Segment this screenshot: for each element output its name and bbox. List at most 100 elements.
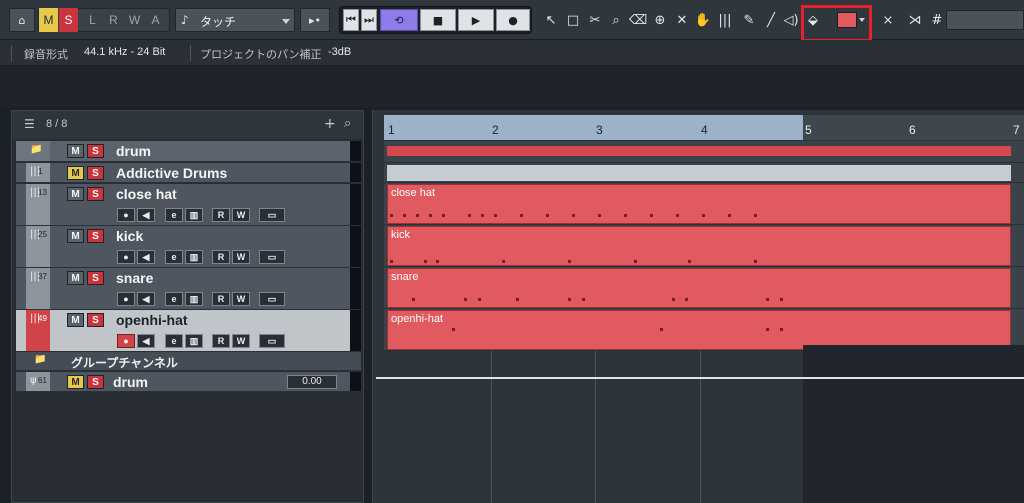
write-automation-button[interactable]: W [232,292,250,306]
track-openhi-hat[interactable]: ||| 49 M S openhi-hat ● ◀ e ▥ R W ▭ [16,310,361,352]
instrument-button[interactable]: ▥ [185,250,203,264]
monitor-button[interactable]: ◀ [137,208,155,222]
track-name[interactable]: グループチャンネル [71,354,178,371]
read-automation-button[interactable]: R [212,334,230,348]
solo-button[interactable]: S [87,271,104,285]
range-tool[interactable]: □ [564,10,582,30]
snare-part[interactable]: snare [387,268,1011,308]
write-button[interactable]: W [125,8,144,32]
global-solo-button[interactable]: S [59,8,78,32]
solo-button[interactable]: S [87,144,104,158]
zoom-tool[interactable]: ⊕ [651,10,669,30]
mute-button[interactable]: M [67,375,84,389]
comp-tool[interactable]: ||| [716,10,734,30]
write-automation-button[interactable]: W [232,250,250,264]
split-tool[interactable]: ✂ [586,10,604,30]
mute-button[interactable]: M [67,271,84,285]
solo-button[interactable]: S [87,375,104,389]
solo-button[interactable]: S [87,313,104,327]
mute-button[interactable]: M [67,144,84,158]
edit-channel-button[interactable]: e [165,208,183,222]
track-name[interactable]: snare [116,270,153,286]
time-warp-tool[interactable]: ✋ [694,10,712,30]
track-group-drum[interactable]: ψ 61 M S drum 0.00 [16,372,361,392]
monitor-button[interactable]: ◀ [137,334,155,348]
mute-button[interactable]: M [67,313,84,327]
color-dropdown-arrow-icon[interactable] [859,18,865,22]
stop-button[interactable]: ■ [420,9,456,31]
track-kick[interactable]: ||| 25 M S kick ● ◀ e ▥ R W ▭ [16,226,361,268]
track-group-folder[interactable]: 📁 グループチャンネル [16,352,361,371]
automation-button[interactable]: A [146,8,165,32]
read-button[interactable]: R [104,8,123,32]
listen-button[interactable]: L [83,8,102,32]
record-button[interactable]: ● [496,9,530,31]
play-tool[interactable]: ◁) [782,10,800,30]
go-to-end-button[interactable]: ⏭ [361,9,377,31]
autoscroll-toggle[interactable]: ⋊ [905,10,925,30]
instrument-part[interactable] [387,165,1011,181]
record-enable-button[interactable]: ● [117,334,135,348]
pan-law-value[interactable]: -3dB [328,46,351,58]
track-name[interactable]: drum [113,374,148,390]
cycle-button[interactable]: ⟲ [380,9,418,31]
inserts-button[interactable]: ▭ [259,250,285,264]
mute-button[interactable]: M [67,229,84,243]
grid-type-select[interactable] [946,10,1024,30]
track-name[interactable]: openhi-hat [116,312,188,328]
inserts-button[interactable]: ▭ [259,334,285,348]
glue-tool[interactable]: ⌕ [607,10,625,30]
closehat-part[interactable]: close hat [387,184,1011,224]
write-automation-button[interactable]: W [232,208,250,222]
color-swatch[interactable] [837,12,857,28]
solo-button[interactable]: S [87,187,104,201]
write-automation-button[interactable]: W [232,334,250,348]
track-snare[interactable]: ||| 37 M S snare ● ◀ e ▥ R W ▭ [16,268,361,310]
search-icon[interactable]: ⌕ [344,116,351,131]
record-enable-button[interactable]: ● [117,208,135,222]
instrument-button[interactable]: ▥ [185,208,203,222]
read-automation-button[interactable]: R [212,250,230,264]
erase-tool[interactable]: ⌫ [629,10,647,30]
kick-part[interactable]: kick [387,226,1011,266]
object-select-tool[interactable]: ↖ [542,10,560,30]
autoscroll-button[interactable]: ▸• [300,8,330,32]
mute-tool[interactable]: ✕ [673,10,691,30]
mute-button[interactable]: M [67,187,84,201]
mute-button[interactable]: M [67,166,84,180]
openhat-part[interactable]: openhi-hat [387,310,1011,350]
line-tool[interactable]: ╱ [762,10,780,30]
edit-channel-button[interactable]: e [165,334,183,348]
edit-channel-button[interactable]: e [165,292,183,306]
track-close-hat[interactable]: ||| 13 M S close hat ● ◀ e ▥ R W ▭ [16,184,361,226]
track-name[interactable]: kick [116,228,143,244]
solo-button[interactable]: S [87,229,104,243]
home-button[interactable]: ⌂ [9,8,35,32]
inserts-button[interactable]: ▭ [259,208,285,222]
track-folder-drum[interactable]: 📁 M S drum [16,141,361,162]
snap-toggle[interactable]: # [929,10,945,30]
go-to-start-button[interactable]: ⏮ [343,9,359,31]
read-automation-button[interactable]: R [212,208,230,222]
list-icon[interactable]: ☰ [24,117,35,131]
record-format-value[interactable]: 44.1 kHz - 24 Bit [84,46,165,58]
snap-zero-crossing-button[interactable]: ⨯ [878,10,898,30]
ruler[interactable]: 1 2 3 4 5 6 7 [384,115,1024,140]
global-mute-button[interactable]: M [39,8,58,32]
inserts-button[interactable]: ▭ [259,292,285,306]
monitor-button[interactable]: ◀ [137,292,155,306]
edit-channel-button[interactable]: e [165,250,183,264]
track-addictive-drums[interactable]: ||| 1 M S Addictive Drums [16,163,361,183]
automation-mode-select[interactable]: ♪ タッチ [175,8,295,32]
folder-part[interactable] [387,146,1011,156]
track-name[interactable]: close hat [116,186,177,202]
cycle-range[interactable] [384,115,803,140]
record-enable-button[interactable]: ● [117,292,135,306]
play-button[interactable]: ▶ [458,9,494,31]
volume-field[interactable]: 0.00 [287,375,337,389]
track-name[interactable]: Addictive Drums [116,165,227,181]
instrument-button[interactable]: ▥ [185,292,203,306]
monitor-button[interactable]: ◀ [137,250,155,264]
read-automation-button[interactable]: R [212,292,230,306]
record-enable-button[interactable]: ● [117,250,135,264]
